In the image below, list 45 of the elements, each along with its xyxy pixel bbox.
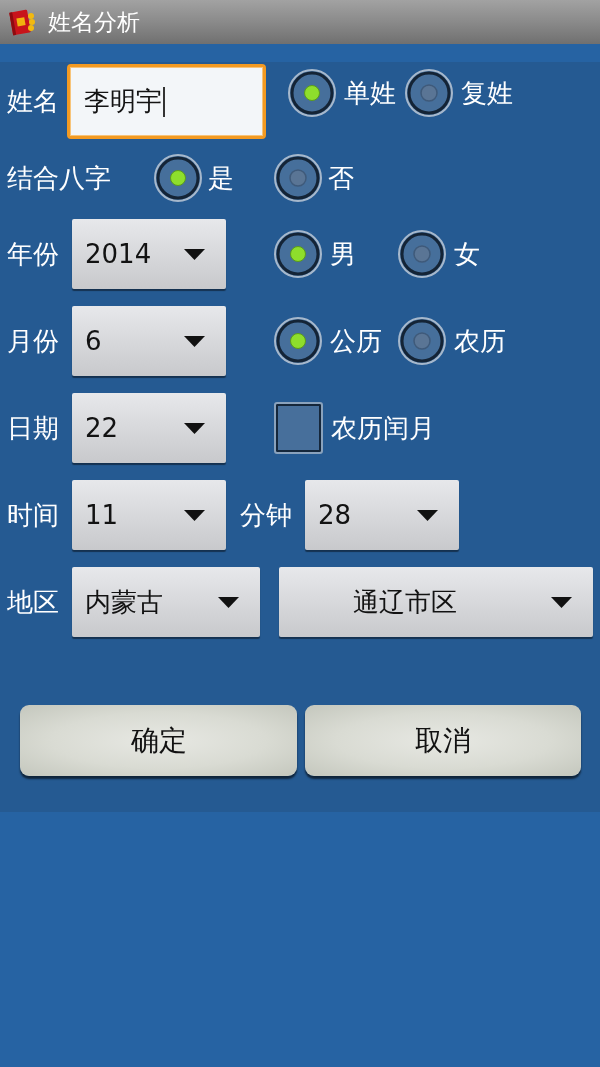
field-label: 日期 xyxy=(7,411,60,445)
day-dropdown[interactable]: 22 xyxy=(72,393,226,463)
option-label: 男 xyxy=(330,237,356,271)
minute-dropdown[interactable]: 28 xyxy=(305,480,459,550)
caret-icon xyxy=(184,422,205,434)
field-label: 结合八字 xyxy=(7,161,112,195)
option-label: 是 xyxy=(208,161,234,195)
app-logo-icon xyxy=(8,7,38,37)
checkbox-label: 农历闰月 xyxy=(331,411,435,445)
month-dropdown[interactable]: 6 xyxy=(72,306,226,376)
name-input[interactable]: 李明宇 xyxy=(67,64,266,139)
option-label: 否 xyxy=(328,161,354,195)
caret-icon xyxy=(417,509,438,521)
field-label: 年份 xyxy=(7,237,60,271)
city-dropdown[interactable]: 通辽市区 xyxy=(279,567,593,637)
radio-button[interactable] xyxy=(154,154,202,202)
field-label: 时间 xyxy=(7,498,60,532)
radio-button[interactable] xyxy=(274,230,322,278)
option-label: 农历 xyxy=(454,324,506,358)
province-dropdown[interactable]: 内蒙古 xyxy=(72,567,260,637)
field-label: 分钟 xyxy=(240,498,293,532)
radio-button[interactable] xyxy=(405,69,453,117)
caret-icon xyxy=(184,248,205,260)
caret-icon xyxy=(551,596,572,608)
year-dropdown[interactable]: 2014 xyxy=(72,219,226,289)
radio-button[interactable] xyxy=(274,154,322,202)
hour-dropdown[interactable]: 11 xyxy=(72,480,226,550)
option-label: 女 xyxy=(454,237,480,271)
caret-icon xyxy=(184,335,205,347)
field-label: 地区 xyxy=(7,585,60,619)
radio-button[interactable] xyxy=(274,317,322,365)
radio-button[interactable] xyxy=(288,69,336,117)
option-label: 公历 xyxy=(330,324,382,358)
caret-icon xyxy=(184,509,205,521)
checkbox[interactable] xyxy=(274,402,323,454)
caret-icon xyxy=(218,596,239,608)
cancel-button[interactable]: 取消 xyxy=(305,705,581,776)
ok-button[interactable]: 确定 xyxy=(20,705,297,776)
option-label: 复姓 xyxy=(461,76,513,110)
option-label: 单姓 xyxy=(344,76,396,110)
field-label: 月份 xyxy=(7,324,60,358)
field-label: 姓名 xyxy=(7,84,60,118)
radio-button[interactable] xyxy=(398,317,446,365)
radio-button[interactable] xyxy=(398,230,446,278)
window-title: 姓名分析 xyxy=(48,7,140,37)
